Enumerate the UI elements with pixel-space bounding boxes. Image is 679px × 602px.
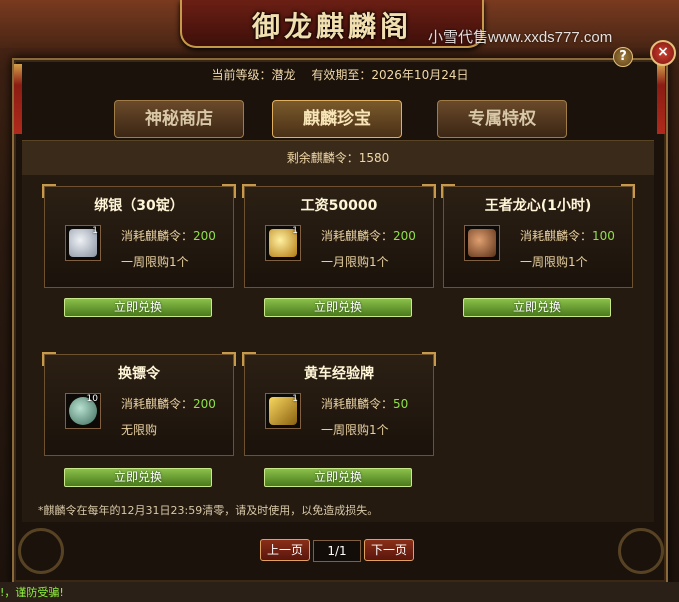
item-limit: 一周限购1个 xyxy=(121,255,189,269)
card-corner-ornament xyxy=(222,352,236,366)
item-quantity: 10 xyxy=(86,394,98,404)
bottom-status-bar xyxy=(0,582,679,602)
tab-mystery-shop[interactable]: 神秘商店 xyxy=(114,100,244,138)
cost-label: 消耗麒麟令： xyxy=(321,397,394,411)
dragon-heart-icon xyxy=(468,229,496,257)
reset-note: *麒麟令在每年的12月31日23:59清零，请及时使用，以免造成损失。 xyxy=(38,504,379,517)
remaining-label: 剩余麒麟令： xyxy=(286,151,359,165)
card-corner-ornament xyxy=(42,184,56,198)
tab-exclusive-privilege[interactable]: 专属特权 xyxy=(437,100,567,138)
item-cost: 消耗麒麟令：50 xyxy=(321,395,408,412)
card-corner-ornament xyxy=(42,352,56,366)
corner-ornament-bottom-left xyxy=(18,528,64,574)
item-card: 工资50000 1 消耗麒麟令：200 一月限购1个 xyxy=(242,184,436,288)
next-page-button[interactable]: 下一页 xyxy=(364,539,414,561)
expiry-label: 有效期至： xyxy=(311,68,372,82)
exchange-button[interactable]: 立即兑换 xyxy=(64,298,212,317)
item-limit: 无限购 xyxy=(121,423,158,437)
item-card: 换镖令 10 消耗麒麟令：200 无限购 xyxy=(42,352,236,456)
watermark-text: 小雪代售www.xxds777.com xyxy=(428,29,613,46)
exchange-button[interactable]: 立即兑换 xyxy=(264,298,412,317)
item-slot[interactable] xyxy=(464,225,500,261)
item-name: 绑银（30锭） xyxy=(94,198,184,214)
cost-value: 200 xyxy=(193,397,216,411)
item-quantity: 1 xyxy=(92,226,98,236)
item-name: 换镖令 xyxy=(118,366,160,382)
tab-qilin-treasure[interactable]: 麒麟珍宝 xyxy=(272,100,402,138)
item-cost: 消耗麒麟令：100 xyxy=(520,227,615,244)
cost-label: 消耗麒麟令： xyxy=(321,229,394,243)
item-name: 黄车经验牌 xyxy=(304,366,374,382)
item-limit: 一周限购1个 xyxy=(520,255,588,269)
item-name: 王者龙心(1小时) xyxy=(484,198,592,214)
exchange-button[interactable]: 立即兑换 xyxy=(463,298,611,317)
remaining-tokens: 剩余麒麟令：1580 xyxy=(22,140,654,176)
card-corner-ornament xyxy=(422,352,436,366)
card-corner-ornament xyxy=(242,184,256,198)
expiry-value: 2026年10月24日 xyxy=(371,68,469,82)
item-name: 工资50000 xyxy=(300,198,378,214)
exchange-button[interactable]: 立即兑换 xyxy=(264,468,412,487)
card-corner-ornament xyxy=(242,352,256,366)
level-label: 当前等级： xyxy=(211,68,272,82)
item-slot[interactable]: 1 xyxy=(265,393,301,429)
level-value: 潜龙 xyxy=(271,68,296,82)
item-slot[interactable]: 10 xyxy=(65,393,101,429)
expiry-info: 有效期至：2026年10月24日 xyxy=(311,68,468,82)
page-indicator: 1/1 xyxy=(313,540,361,562)
cost-value: 200 xyxy=(393,229,416,243)
card-corner-ornament xyxy=(441,184,455,198)
item-limit: 一月限购1个 xyxy=(321,255,389,269)
remaining-value: 1580 xyxy=(358,151,390,165)
item-card: 绑银（30锭） 1 消耗麒麟令：200 一周限购1个 xyxy=(42,184,236,288)
cost-label: 消耗麒麟令： xyxy=(121,397,194,411)
card-corner-ornament xyxy=(222,184,236,198)
item-cost: 消耗麒麟令：200 xyxy=(121,395,216,412)
corner-ornament-bottom-right xyxy=(618,528,664,574)
exchange-button[interactable]: 立即兑换 xyxy=(64,468,212,487)
close-button[interactable]: × xyxy=(650,40,676,66)
cost-value: 200 xyxy=(193,229,216,243)
item-limit: 一周限购1个 xyxy=(321,423,389,437)
card-corner-ornament xyxy=(422,184,436,198)
cost-label: 消耗麒麟令： xyxy=(520,229,593,243)
card-corner-ornament xyxy=(621,184,635,198)
item-slot[interactable]: 1 xyxy=(265,225,301,261)
level-info: 当前等级：潜龙 xyxy=(212,68,296,82)
item-cost: 消耗麒麟令：200 xyxy=(321,227,416,244)
cost-label: 消耗麒麟令： xyxy=(121,229,194,243)
help-button[interactable]: ? xyxy=(613,47,633,67)
item-cost: 消耗麒麟令：200 xyxy=(121,227,216,244)
item-quantity: 1 xyxy=(292,226,298,236)
item-card: 黄车经验牌 1 消耗麒麟令：50 一周限购1个 xyxy=(242,352,436,456)
item-slot[interactable]: 1 xyxy=(65,225,101,261)
membership-info: 当前等级：潜龙 有效期至：2026年10月24日 xyxy=(14,66,666,86)
cost-value: 50 xyxy=(393,397,409,411)
prev-page-button[interactable]: 上一页 xyxy=(260,539,310,561)
cost-value: 100 xyxy=(592,229,615,243)
item-quantity: 1 xyxy=(292,394,298,404)
item-card: 王者龙心(1小时) 消耗麒麟令：100 一周限购1个 xyxy=(441,184,635,288)
status-message: !，谨防受骗! xyxy=(0,586,64,599)
